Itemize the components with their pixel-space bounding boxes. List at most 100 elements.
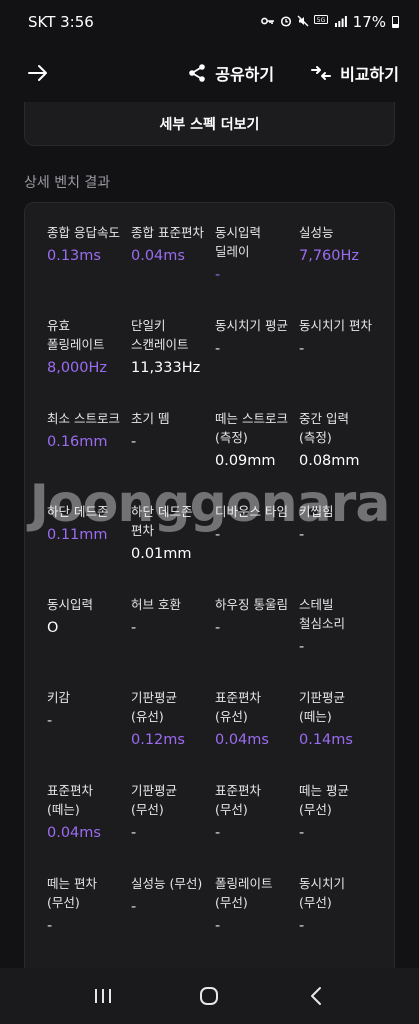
- bench-item-label: 하단 데드존 편차: [131, 504, 193, 538]
- bench-item: 유효 폴링레이트 8,000Hz: [47, 316, 131, 409]
- recent-apps-button[interactable]: [83, 976, 123, 1016]
- bench-item-label: 기판평균 (떼는): [299, 690, 346, 724]
- bench-results-card: 종합 응답속도 0.13ms 종합 표준편차 0.04ms 동시입력 딜레이 - 실성능 7,…: [24, 202, 395, 968]
- back-nav-button[interactable]: [296, 976, 336, 1016]
- bench-item-label: 최소 스트로크: [47, 411, 120, 426]
- section-title: 상세 벤치 결과: [24, 175, 111, 191]
- share-icon: [189, 64, 206, 82]
- bench-item: 동시입력 딜레이 -: [215, 223, 299, 316]
- bench-item: 동시입력 O: [47, 595, 131, 688]
- bench-item-value: -: [299, 639, 305, 655]
- bench-item-value: -: [215, 918, 221, 934]
- compare-button[interactable]: 비교하기: [310, 61, 399, 85]
- bench-item: 기판평균 (떼는) 0.14ms: [299, 688, 383, 781]
- bench-item-label: 기판평균 (무선): [131, 783, 178, 817]
- bench-item-value: O: [47, 620, 59, 636]
- bench-item: 하우징 통울림 -: [215, 595, 299, 688]
- bench-item-label: 폴링레이트 (무선): [215, 876, 273, 910]
- bench-item-value: 0.11mm: [47, 527, 108, 543]
- bench-item-value: -: [47, 918, 53, 934]
- bench-item: 종합 표준편차 0.04ms: [131, 223, 215, 316]
- bench-item-value: -: [299, 825, 305, 841]
- bench-item-label: 키감: [47, 690, 71, 705]
- key-icon: [260, 16, 275, 28]
- bench-item: 표준편차 (떼는) 0.04ms: [47, 781, 131, 874]
- bench-item-label: 하단 데드존: [47, 504, 109, 519]
- bench-item-value: 0.14ms: [299, 732, 353, 748]
- bench-item: 하단 데드존 편차 0.01mm: [131, 502, 215, 595]
- bench-item-label: 유효 폴링레이트: [47, 318, 105, 352]
- bench-item-label: 떼는 스트로크 (측정): [215, 411, 288, 445]
- chevron-left-icon: [310, 987, 321, 1005]
- bench-item-label: 종합 응답속도: [47, 225, 120, 240]
- bench-item: 키감 -: [47, 688, 131, 781]
- bench-item-label: 하우징 통울림: [215, 597, 288, 612]
- bench-item-label: 표준편차 (유선): [215, 690, 262, 724]
- bench-item-label: 종합 표준편차: [131, 225, 204, 240]
- alarm-icon: [280, 15, 292, 29]
- home-icon: [200, 987, 219, 1005]
- bench-item-label: 단일키 스캔레이트: [131, 318, 189, 352]
- bench-item-label: 스테빌 철심소리: [299, 597, 346, 631]
- bench-item-label: 기판평균 (유선): [131, 690, 178, 724]
- bench-item-value: -: [131, 620, 137, 636]
- back-button[interactable]: [26, 61, 50, 85]
- home-button[interactable]: [189, 976, 229, 1016]
- more-spec-button[interactable]: 세부 스펙 더보기: [24, 102, 395, 146]
- bench-item-label: 키씹힘: [299, 504, 334, 519]
- scroll-content[interactable]: 세부 스펙 더보기 상세 벤치 결과 종합 응답속도 0.13ms 종합 표준편차 0…: [0, 102, 419, 968]
- bench-item-label: 허브 호환: [131, 597, 181, 612]
- battery-percent: 17%: [352, 13, 386, 31]
- bench-item: 디바운스 타임 -: [215, 502, 299, 595]
- bench-item: 종합 응답속도 0.13ms: [47, 223, 131, 316]
- signal-icon: [334, 15, 347, 29]
- bench-item: 폴링레이트 (무선) -: [215, 874, 299, 967]
- bench-item: 중간 입력 (측정) 0.08mm: [299, 409, 383, 502]
- share-button[interactable]: 공유하기: [187, 61, 274, 85]
- bench-item-value: -: [131, 899, 137, 915]
- bench-item: 표준편차 (무선) -: [215, 781, 299, 874]
- bench-item-value: 8,000Hz: [47, 360, 108, 376]
- bench-item: 동시치기 편차 -: [299, 316, 383, 409]
- header-actions: 공유하기 비교하기: [187, 61, 399, 85]
- carrier-time: SKT 3:56: [28, 13, 94, 31]
- status-icons: 5G: [260, 15, 347, 29]
- compare-arrows-icon: [311, 66, 332, 80]
- bench-item-value: 0.13ms: [47, 248, 101, 264]
- network-5g-icon: 5G: [313, 15, 330, 29]
- bench-item-value: -: [47, 713, 53, 729]
- bench-item-value: -: [299, 341, 305, 357]
- bench-item-label: 디바운스 타임: [215, 504, 288, 519]
- bench-item-value: 11,333Hz: [131, 360, 201, 376]
- bench-item: 표준편차 (유선) 0.04ms: [215, 688, 299, 781]
- bench-item-value: -: [215, 825, 221, 841]
- system-nav-bar: [0, 968, 419, 1024]
- bench-item: 동시치기 (무선) -: [299, 874, 383, 967]
- arrow-right-icon: [28, 65, 47, 81]
- bench-item-value: 0.12ms: [131, 732, 185, 748]
- bench-item-value: -: [299, 527, 305, 543]
- bench-item: 스테빌 철심소리 -: [299, 595, 383, 688]
- bench-item-value: 0.16mm: [47, 434, 108, 450]
- top-app-bar: 공유하기 비교하기: [0, 44, 419, 102]
- bench-item-value: -: [131, 825, 137, 841]
- bench-item-value: 0.04ms: [131, 248, 185, 264]
- bench-item: 하단 데드존 0.11mm: [47, 502, 131, 595]
- bench-item-value: -: [131, 434, 137, 450]
- mute-icon: [297, 15, 309, 29]
- bench-item-label: 떼는 평균 (무선): [299, 783, 349, 817]
- bench-item-value: -: [215, 620, 221, 636]
- bench-item: 기판평균 (무선) -: [131, 781, 215, 874]
- bench-item: 실성능 7,760Hz: [299, 223, 383, 316]
- bench-grid: 종합 응답속도 0.13ms 종합 표준편차 0.04ms 동시입력 딜레이 - 실성능 7,…: [47, 223, 383, 967]
- bench-item: 초기 뗌 -: [131, 409, 215, 502]
- battery-icon: [392, 16, 399, 28]
- compare-label: 비교하기: [340, 65, 399, 84]
- bench-item: 떼는 스트로크 (측정) 0.09mm: [215, 409, 299, 502]
- bench-item-value: -: [215, 267, 221, 283]
- bench-item: 기판평균 (유선) 0.12ms: [131, 688, 215, 781]
- bench-item-value: 7,760Hz: [299, 248, 360, 264]
- share-label: 공유하기: [215, 65, 275, 84]
- bench-item: 떼는 평균 (무선) -: [299, 781, 383, 874]
- bench-item-value: 0.04ms: [47, 825, 101, 841]
